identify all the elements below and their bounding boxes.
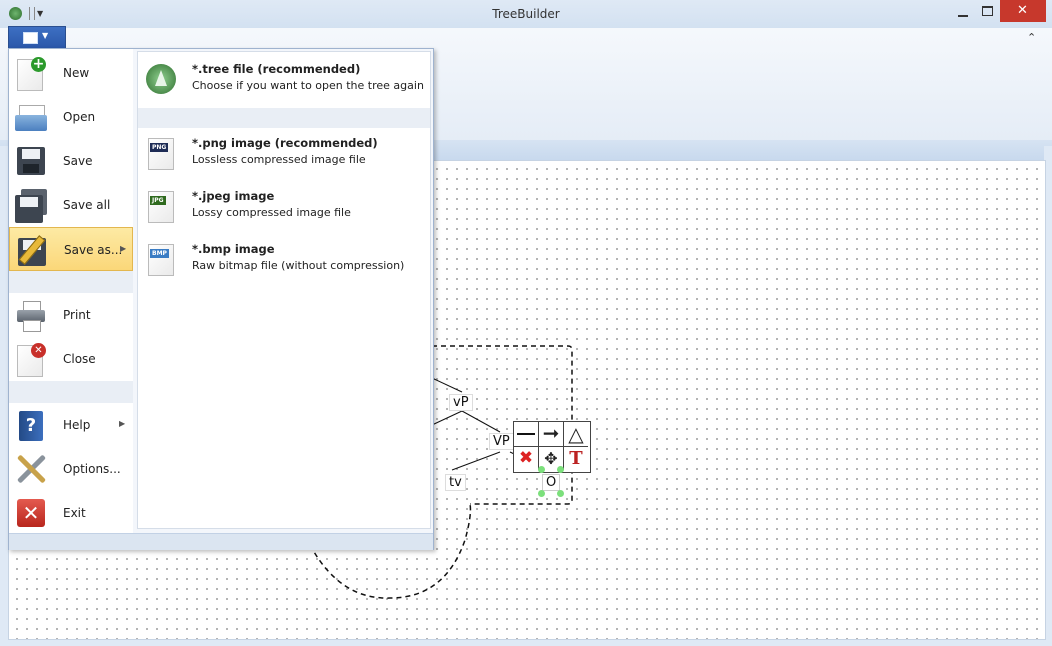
open-folder-icon [15, 101, 49, 135]
tree-node-tv[interactable]: tv [445, 474, 466, 491]
help-book-icon: ? [15, 409, 49, 443]
png-file-icon: PNG [146, 136, 176, 170]
save-option-title: *.png image (recommended) [192, 136, 378, 150]
text-format-icon[interactable]: T [564, 447, 588, 470]
submenu-arrow-icon: ▶ [119, 419, 126, 428]
triangle-tool-icon[interactable]: △ [564, 422, 588, 447]
resize-handle[interactable] [538, 490, 545, 497]
save-option-title: *.bmp image [192, 242, 275, 256]
menu-item-label: Open [63, 110, 96, 124]
application-menu: + New Open Save Save all Save as... ▶ Pr… [8, 48, 434, 550]
menu-item-label: Options... [63, 462, 121, 476]
floppy-disks-icon [15, 189, 49, 223]
save-option-title: *.tree file (recommended) [192, 62, 361, 76]
menu-item-help[interactable]: ? Help ▶ [9, 403, 133, 447]
save-as-jpeg[interactable]: JPG *.jpeg image Lossy compressed image … [138, 181, 430, 233]
floppy-disk-icon [15, 145, 49, 179]
menu-item-label: Close [63, 352, 96, 366]
arrow-tool-icon[interactable]: ➞ [539, 422, 564, 447]
resize-handle[interactable] [557, 490, 564, 497]
resize-handle[interactable] [557, 466, 564, 473]
tree-branch [451, 451, 501, 471]
jpg-tag: JPG [150, 196, 166, 205]
exit-icon: ✕ [15, 497, 49, 531]
text-format-glyph: T [569, 448, 583, 469]
app-menu-icon [23, 32, 38, 44]
tools-icon [15, 453, 49, 487]
menu-item-label: Save as... [64, 243, 123, 257]
menu-item-save-as[interactable]: Save as... ▶ [9, 227, 133, 271]
menu-item-save[interactable]: Save [9, 139, 133, 183]
menu-item-label: Save [63, 154, 93, 168]
submenu-arrow-icon: ▶ [120, 244, 127, 253]
jpeg-file-icon: JPG [146, 189, 176, 223]
menu-item-save-all[interactable]: Save all [9, 183, 133, 227]
save-as-png[interactable]: PNG *.png image (recommended) Lossless c… [138, 128, 430, 180]
menu-item-close[interactable]: ✕ Close [9, 337, 133, 381]
bmp-tag: BMP [150, 249, 169, 258]
tree-file-icon [146, 62, 176, 96]
save-option-title: *.jpeg image [192, 189, 275, 203]
resize-handle[interactable] [538, 466, 545, 473]
tree-node-vp[interactable]: VP [489, 433, 514, 450]
tree-node-o[interactable]: O [542, 474, 561, 491]
menu-item-open[interactable]: Open [9, 95, 133, 139]
menu-item-options[interactable]: Options... [9, 447, 133, 491]
save-option-description: Raw bitmap file (without compression) [192, 259, 405, 272]
save-as-bmp[interactable]: BMP *.bmp image Raw bitmap file (without… [138, 234, 430, 286]
menu-item-label: Help [63, 418, 91, 432]
new-document-icon: + [15, 57, 49, 91]
menu-item-label: Save all [63, 198, 111, 212]
menu-item-label: New [63, 66, 90, 80]
submenu-separator [138, 108, 430, 128]
save-as-pencil-icon [16, 234, 50, 268]
save-option-description: Choose if you want to open the tree agai… [192, 79, 424, 92]
menu-item-print[interactable]: Print [9, 293, 133, 337]
tree-node-vp-small[interactable]: vP [449, 394, 473, 411]
menu-item-label: Exit [63, 506, 86, 520]
line-tool-icon[interactable] [514, 422, 539, 447]
save-option-description: Lossless compressed image file [192, 153, 366, 166]
save-as-submenu: *.tree file (recommended) Choose if you … [137, 51, 431, 529]
close-document-icon: ✕ [15, 343, 49, 377]
tree-branch [431, 377, 463, 393]
delete-node-icon[interactable]: ✖ [514, 447, 539, 470]
menu-item-new[interactable]: + New [9, 51, 133, 95]
menu-separator [9, 381, 133, 403]
menu-separator [9, 271, 133, 293]
png-tag: PNG [150, 143, 169, 152]
menu-footer [9, 533, 433, 550]
save-option-description: Lossy compressed image file [192, 206, 351, 219]
menu-item-label: Print [63, 308, 91, 322]
chevron-down-icon: ▼ [42, 31, 49, 40]
bmp-file-icon: BMP [146, 242, 176, 276]
tree-branch [431, 410, 463, 426]
printer-icon [15, 299, 49, 333]
application-menu-button[interactable]: ▼ [8, 26, 66, 49]
menu-item-exit[interactable]: ✕ Exit [9, 491, 133, 535]
tree-branch [461, 410, 501, 433]
save-as-tree-file[interactable]: *.tree file (recommended) Choose if you … [138, 54, 430, 106]
